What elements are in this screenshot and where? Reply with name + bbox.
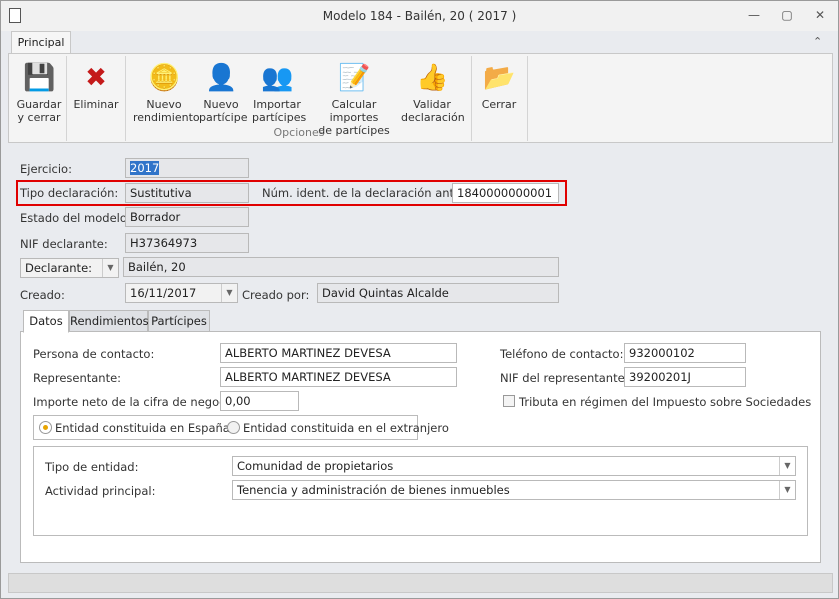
users-icon: 👥 — [261, 63, 294, 93]
label: declaración — [401, 111, 465, 124]
folder-open-icon: 📂 — [483, 63, 516, 93]
date-value: 16/11/2017 — [130, 286, 197, 300]
label: rendimiento — [133, 111, 200, 124]
tipo-entidad-label: Tipo de entidad: — [45, 460, 139, 474]
declarante-select[interactable]: Declarante: ▼ — [20, 258, 119, 278]
representante-field[interactable]: ALBERTO MARTINEZ DEVESA — [220, 367, 457, 387]
creado-label: Creado: — [20, 288, 65, 302]
label: Guardar — [16, 98, 62, 111]
importar-participes-button[interactable]: 👥 Importar partícipes — [252, 62, 306, 124]
chevron-down-icon: ▼ — [779, 457, 795, 475]
edit-document-icon: 📝 — [338, 63, 371, 93]
radio-espana[interactable] — [39, 421, 52, 434]
divider — [527, 56, 528, 141]
nuevo-participe-button[interactable]: 👤 Nuevo partícipe — [199, 62, 247, 124]
label: partícipe — [199, 111, 248, 124]
divider — [125, 56, 126, 141]
importe-label: Importe neto de la cifra de negocios: — [33, 395, 246, 409]
minimize-button[interactable]: — — [746, 8, 762, 22]
nif-label: NIF declarante: — [20, 237, 108, 251]
user-icon: 👤 — [205, 63, 238, 93]
title-bar: Modelo 184 - Bailén, 20 ( 2017 ) — [1, 1, 838, 31]
restore-button[interactable]: ▢ — [779, 8, 795, 22]
label: Calcular importes — [329, 98, 379, 124]
select-value: Declarante: — [25, 261, 93, 275]
label: partícipes — [252, 111, 307, 124]
chevron-down-icon: ▼ — [779, 481, 795, 499]
label: Eliminar — [73, 98, 119, 111]
estado-label: Estado del modelo: — [20, 211, 131, 225]
ejercicio-field[interactable]: 2017 — [125, 158, 249, 178]
tab-principal[interactable]: Principal — [11, 31, 71, 54]
nif-rep-label: NIF del representante: — [500, 371, 629, 385]
label: Validar — [413, 98, 451, 111]
ejercicio-label: Ejercicio: — [20, 162, 72, 176]
radio-extranjero-label: Entidad constituida en el extranjero — [243, 421, 449, 435]
label: Cerrar — [481, 98, 517, 111]
tributa-label: Tributa en régimen del Impuesto sobre So… — [519, 395, 812, 409]
creado-por-label: Creado por: — [242, 288, 310, 302]
importe-field[interactable]: 0,00 — [220, 391, 299, 411]
window-title: Modelo 184 - Bailén, 20 ( 2017 ) — [322, 9, 517, 23]
document-icon — [9, 8, 21, 23]
actividad-select[interactable]: Tenencia y administración de bienes inmu… — [232, 480, 796, 500]
label: Nuevo — [146, 98, 182, 111]
tab-rendimientos[interactable]: Rendimientos — [69, 310, 149, 332]
ribbon: 💾 Guardar y cerrar ✖ Eliminar 🪙 Nuevo rendimi… — [8, 53, 833, 143]
coins-icon: 🪙 — [148, 63, 181, 93]
guardar-cerrar-button[interactable]: 💾 Guardar y cerrar — [15, 62, 63, 124]
telefono-field[interactable]: 932000102 — [624, 343, 746, 363]
actividad-label: Actividad principal: — [45, 484, 156, 498]
nif-field[interactable]: H37364973 — [125, 233, 249, 253]
cerrar-button[interactable]: 📂 Cerrar — [475, 62, 523, 111]
thumbs-up-icon: 👍 — [416, 63, 449, 93]
select-value: Tenencia y administración de bienes inmu… — [237, 483, 510, 497]
label: y cerrar — [17, 111, 61, 124]
label: Nuevo — [203, 98, 239, 111]
estado-field[interactable]: Borrador — [125, 207, 249, 227]
radio-extranjero[interactable] — [227, 421, 240, 434]
save-icon: 💾 — [23, 63, 56, 93]
tipo-label: Tipo declaración: — [20, 186, 119, 200]
divider — [471, 56, 472, 141]
num-field[interactable]: 1840000000001 — [452, 183, 559, 203]
group-label: Opciones — [273, 126, 325, 139]
persona-label: Persona de contacto: — [33, 347, 155, 361]
declarante-field[interactable]: Bailén, 20 — [123, 257, 559, 277]
divider — [66, 56, 67, 141]
tab-participes[interactable]: Partícipes — [148, 310, 210, 332]
chevron-down-icon: ▼ — [102, 259, 118, 277]
tipo-entidad-select[interactable]: Comunidad de propietarios ▼ — [232, 456, 796, 476]
label: Importar — [253, 98, 301, 111]
validar-declaracion-button[interactable]: 👍 Validar declaración — [401, 62, 465, 124]
chevron-down-icon[interactable]: ▼ — [221, 284, 237, 302]
radio-espana-label: Entidad constituida en España — [55, 421, 230, 435]
nif-rep-field[interactable]: 39200201J — [624, 367, 746, 387]
close-button[interactable]: ✕ — [812, 8, 828, 22]
tab-datos[interactable]: Datos — [23, 310, 69, 333]
ejercicio-value: 2017 — [130, 161, 160, 175]
creado-por-field[interactable]: David Quintas Alcalde — [317, 283, 559, 303]
representante-label: Representante: — [33, 371, 122, 385]
collapse-ribbon-icon[interactable]: ⌃ — [813, 35, 822, 48]
status-bar — [8, 573, 833, 593]
delete-icon: ✖ — [85, 63, 107, 93]
select-value: Comunidad de propietarios — [237, 459, 394, 473]
eliminar-button[interactable]: ✖ Eliminar — [71, 62, 121, 111]
window: Modelo 184 - Bailén, 20 ( 2017 ) — ▢ ✕ P… — [0, 0, 839, 599]
telefono-label: Teléfono de contacto: — [500, 347, 624, 361]
tributa-checkbox[interactable] — [503, 395, 515, 407]
tipo-field[interactable]: Sustitutiva — [125, 183, 249, 203]
creado-date[interactable]: 16/11/2017 ▼ — [125, 283, 238, 303]
persona-field[interactable]: ALBERTO MARTINEZ DEVESA — [220, 343, 457, 363]
nuevo-rendimiento-button[interactable]: 🪙 Nuevo rendimiento — [133, 62, 200, 124]
